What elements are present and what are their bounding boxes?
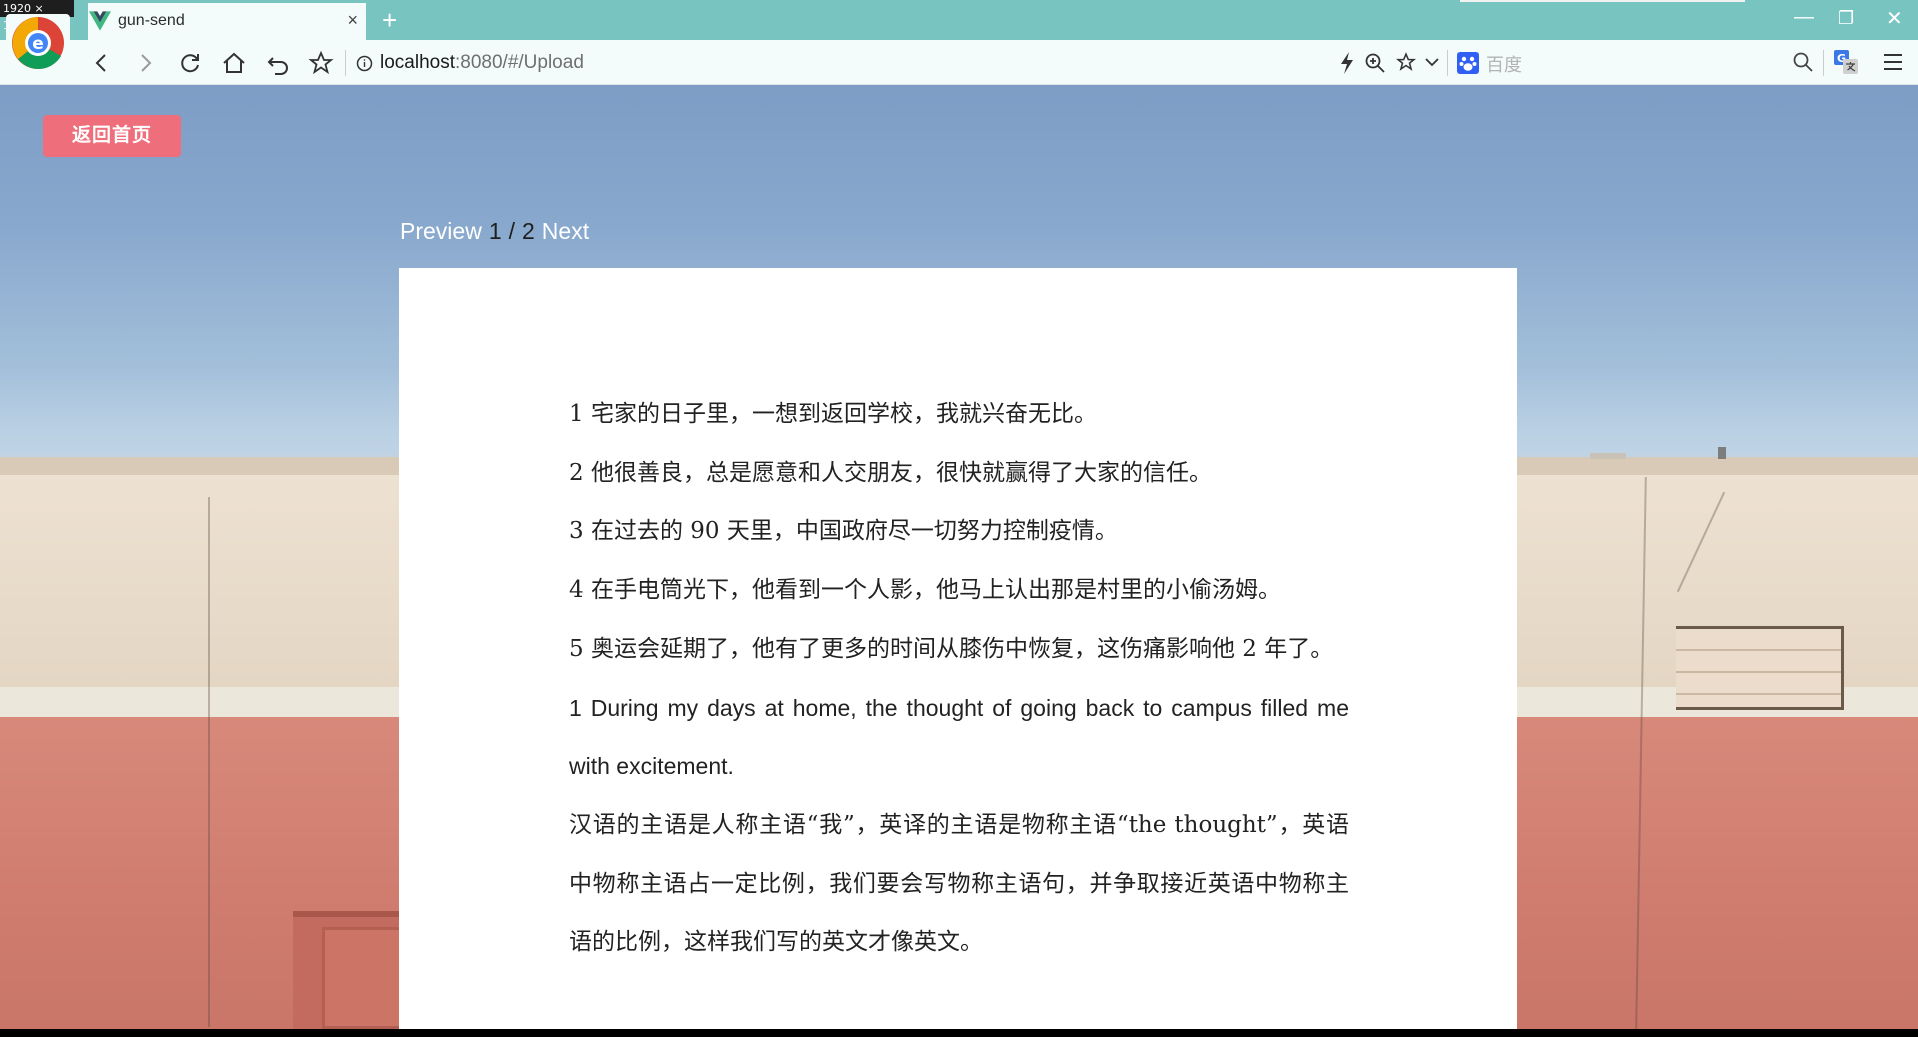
- toolbar-divider: [345, 50, 346, 76]
- vent-line: [1676, 671, 1841, 673]
- next-page-link[interactable]: Next: [542, 218, 589, 245]
- translate-icon[interactable]: G: [1834, 50, 1858, 74]
- toolbar-divider-2: [1447, 50, 1448, 76]
- star-icon[interactable]: [307, 49, 335, 77]
- tabbar-notch: [1460, 0, 1745, 2]
- new-tab-button[interactable]: +: [382, 5, 397, 36]
- vent-line: [1676, 693, 1841, 695]
- close-window-button[interactable]: ✕: [1886, 6, 1903, 31]
- roof-pipe: [1718, 447, 1726, 459]
- browser-logo-icon[interactable]: e: [6, 14, 70, 72]
- back-home-button[interactable]: 返回首页: [43, 115, 181, 157]
- tab-active[interactable]: gun-send ×: [88, 3, 366, 40]
- doc-paragraph: 3 在过去的 90 天里，中国政府尽一切努力控制疫情。: [569, 518, 1118, 545]
- doc-paragraph: 2 他很善良，总是愿意和人交朋友，很快就赢得了大家的信任。: [569, 459, 1212, 486]
- address-bar[interactable]: localhost:8080/#/Upload: [356, 50, 584, 76]
- page-viewport: 返回首页 Preview 1 / 2 Next 1 宅家的日子里，一想到返回学校…: [0, 85, 1918, 1029]
- url-host: localhost: [380, 52, 455, 73]
- forward-arrow-icon[interactable]: [131, 49, 159, 77]
- info-icon[interactable]: [356, 55, 373, 72]
- doc-paragraph: 汉语的主语是人称主语“我”，英译的主语是物称主语“the thought”，英语…: [569, 811, 1349, 956]
- tab-title: gun-send: [118, 12, 185, 29]
- bottom-edge: [0, 1029, 1918, 1037]
- vue-favicon-icon: [89, 11, 111, 31]
- vent-line: [1676, 649, 1841, 651]
- baidu-paw-icon: [1457, 52, 1479, 74]
- home-icon[interactable]: [220, 49, 248, 77]
- current-page-number: 1: [488, 218, 502, 244]
- wall-crack: [208, 497, 210, 1027]
- doc-paragraph: 1 During my days at home, the thought of…: [569, 694, 1349, 780]
- pdf-text-body: 1 宅家的日子里，一想到返回学校，我就兴奋无比。 2 他很善良，总是愿意和人交朋…: [569, 385, 1349, 972]
- wall-door: [322, 927, 403, 1029]
- reload-icon[interactable]: [176, 49, 204, 77]
- roof-vent: [1590, 453, 1626, 459]
- restore-button[interactable]: ❐: [1838, 8, 1854, 29]
- pdf-pager: Preview 1 / 2 Next: [400, 218, 589, 245]
- preview-page-link[interactable]: Preview: [400, 218, 482, 245]
- svg-text:e: e: [32, 34, 44, 54]
- wall-vent: [1676, 626, 1844, 710]
- tab-bar: gun-send × + — ❐ ✕: [0, 0, 1918, 40]
- minimize-button[interactable]: —: [1794, 6, 1814, 29]
- chevron-down-icon[interactable]: [1424, 55, 1440, 69]
- tab-close-icon[interactable]: ×: [347, 10, 358, 31]
- lightning-icon[interactable]: [1340, 52, 1354, 74]
- doc-paragraph: 5 奥运会延期了，他有了更多的时间从膝伤中恢复，这伤痛影响他 2 年了。: [569, 635, 1334, 662]
- back-arrow-icon[interactable]: [88, 49, 116, 77]
- browser-toolbar: localhost:8080/#/Upload 百度 G: [0, 40, 1918, 85]
- doc-paragraph: 1 宅家的日子里，一想到返回学校，我就兴奋无比。: [569, 401, 1097, 427]
- search-icon[interactable]: [1792, 51, 1814, 73]
- doc-paragraph: 4 在手电筒光下，他看到一个人影，他马上认出那是村里的小偷汤姆。: [569, 577, 1281, 604]
- total-page-count: 2: [522, 218, 535, 244]
- undo-icon[interactable]: [264, 49, 292, 77]
- search-placeholder: 百度: [1486, 55, 1522, 76]
- pdf-page: 1 宅家的日子里，一想到返回学校，我就兴奋无比。 2 他很善良，总是愿意和人交朋…: [399, 268, 1517, 1029]
- menu-icon[interactable]: [1882, 52, 1904, 72]
- search-input[interactable]: 百度: [1454, 48, 1814, 78]
- page-separator: /: [508, 218, 515, 244]
- toolbar-divider-3: [1823, 50, 1824, 76]
- zoom-icon[interactable]: [1364, 52, 1386, 74]
- star-outline-icon[interactable]: [1395, 51, 1417, 73]
- url-path: :8080/#/Upload: [455, 52, 584, 73]
